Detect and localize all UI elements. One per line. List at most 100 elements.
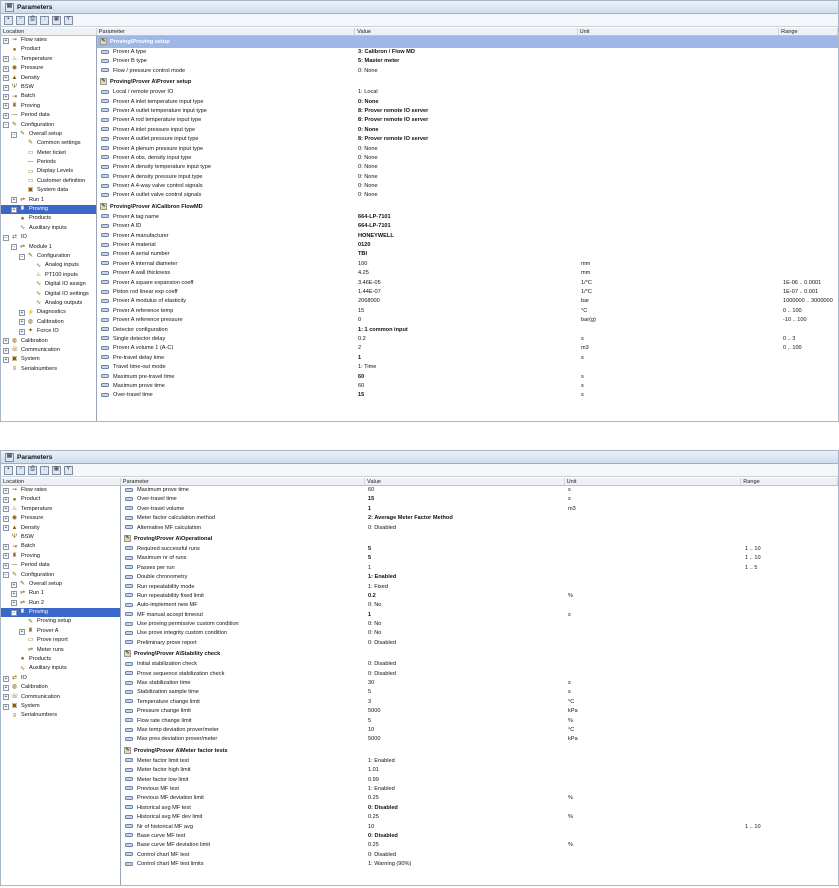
save-icon[interactable]: ▪ bbox=[4, 15, 13, 25]
tree-item[interactable]: ∿ Auxiliary inputs bbox=[1, 224, 96, 233]
expand-toggle-icon[interactable]: + bbox=[3, 694, 9, 701]
parameter-row[interactable]: Maximum nr of runs 5 1 .. 10 bbox=[121, 554, 838, 563]
expand-toggle-icon[interactable]: + bbox=[3, 525, 9, 532]
tree-item[interactable]: − ⇌ Module 1 bbox=[1, 243, 96, 252]
parameter-value[interactable]: 5 bbox=[368, 554, 564, 563]
tree-icon[interactable]: ⋮ bbox=[40, 465, 49, 475]
tree-item[interactable]: ▣ System data bbox=[1, 186, 96, 195]
parameter-row[interactable]: Pre-travel delay time 1 s bbox=[97, 354, 838, 363]
parameter-row[interactable]: Prover A type 3: Calibron / Flow MD bbox=[97, 48, 838, 57]
column-header-range[interactable]: Range bbox=[779, 28, 838, 35]
tree-item[interactable]: + ⇥ Batch bbox=[1, 92, 96, 101]
tree-item[interactable]: + ◍ Calibration bbox=[1, 337, 96, 346]
parameter-row[interactable]: MF manual accept timeout 1 s bbox=[121, 611, 838, 620]
parameter-row[interactable]: Required successful runs 5 1 .. 10 bbox=[121, 545, 838, 554]
parameter-row[interactable]: Prover A density temperature input type 0… bbox=[97, 163, 838, 172]
expand-toggle-icon[interactable]: + bbox=[3, 562, 9, 569]
tree-item[interactable]: ∿ Digital IO settings bbox=[1, 290, 96, 299]
parameter-row[interactable]: Prover A inlet temperature input type 0: … bbox=[97, 98, 838, 107]
parameter-value[interactable]: 0: None bbox=[358, 154, 577, 163]
save-all-icon[interactable]: ▫ bbox=[16, 465, 25, 475]
column-header-value[interactable]: Value bbox=[355, 28, 578, 35]
tree-item[interactable]: + ♨ Temperature bbox=[1, 505, 120, 514]
parameter-value[interactable]: 3.46E-05 bbox=[358, 279, 577, 288]
tree-item[interactable]: + ◍ Calibration bbox=[1, 683, 120, 692]
column-header-location[interactable]: Location bbox=[1, 28, 97, 35]
parameter-row[interactable]: Prover A outlet pressure input type 8: Pr… bbox=[97, 135, 838, 144]
parameter-value[interactable]: 3 bbox=[368, 698, 564, 707]
expand-toggle-icon[interactable]: + bbox=[11, 581, 17, 588]
parameter-row[interactable]: Base curve MF deviation limit 0.25% bbox=[121, 841, 838, 850]
parameter-row[interactable]: Run repeatability fixed limit 0.2% bbox=[121, 592, 838, 601]
collapse-toggle-icon[interactable]: − bbox=[3, 234, 9, 241]
parameter-value[interactable]: 0: Disabled bbox=[368, 832, 564, 841]
expand-toggle-icon[interactable]: + bbox=[11, 206, 17, 213]
parameter-row[interactable]: Prover A square expansion coeff 3.46E-05 1… bbox=[97, 279, 838, 288]
parameter-value[interactable]: 0.25 bbox=[368, 794, 564, 803]
tree-item[interactable]: ∿ Analog inputs bbox=[1, 261, 96, 270]
tree-item[interactable]: ▭ Prove report bbox=[1, 636, 120, 645]
parameter-value[interactable]: 2 bbox=[358, 344, 577, 353]
expand-toggle-icon[interactable]: + bbox=[3, 544, 9, 551]
parameter-row[interactable]: Prover A 4-way valve control signals 0: N… bbox=[97, 182, 838, 191]
parameter-value[interactable]: 0: None bbox=[358, 182, 577, 191]
tree-item[interactable]: + ☏ Communication bbox=[1, 693, 120, 702]
filter-icon[interactable]: Ƴ bbox=[64, 465, 73, 475]
parameter-row[interactable]: Maximum prove time 60 s bbox=[97, 382, 838, 391]
parameter-value[interactable]: 5 bbox=[368, 545, 564, 554]
parameter-row[interactable]: Travel time-out mode 1: Time bbox=[97, 363, 838, 372]
parameter-value[interactable]: 4.25 bbox=[358, 269, 577, 278]
tree-item[interactable]: + ▲ Density bbox=[1, 74, 96, 83]
parameter-row[interactable]: Preliminary prove report 0: Disabled bbox=[121, 639, 838, 648]
tree-item[interactable]: ∿ Auxiliary inputs bbox=[1, 664, 120, 673]
parameter-row[interactable]: Prover A plenum pressure input type 0: No… bbox=[97, 145, 838, 154]
parameter-row[interactable]: Prover A outlet temperature input type 8:… bbox=[97, 107, 838, 116]
expand-toggle-icon[interactable]: + bbox=[3, 56, 9, 63]
tree-item[interactable]: + ◉ Pressure bbox=[1, 64, 96, 73]
tree-item[interactable]: + ⇥ Batch bbox=[1, 542, 120, 551]
tree-item[interactable]: + ⚡ Diagnostics bbox=[1, 308, 96, 317]
collapse-toggle-icon[interactable]: − bbox=[11, 131, 17, 138]
parameter-value[interactable]: 8: Prover remote IO server bbox=[358, 107, 577, 116]
column-header-range[interactable]: Range bbox=[741, 478, 838, 485]
parameter-value[interactable]: 15 bbox=[358, 391, 577, 400]
parameter-row[interactable]: Control chart MF test 0: Disabled bbox=[121, 851, 838, 860]
parameter-row[interactable]: Passes per run 1 1 .. 5 bbox=[121, 564, 838, 573]
expand-toggle-icon[interactable]: + bbox=[3, 37, 9, 44]
parameter-row[interactable]: Over-travel time 15 s bbox=[97, 391, 838, 400]
parameter-row[interactable]: Piston rod linear exp coeff 1.44E-07 1/°C 1… bbox=[97, 288, 838, 297]
parameter-value[interactable]: 0.2 bbox=[368, 592, 564, 601]
expand-toggle-icon[interactable]: + bbox=[3, 75, 9, 82]
parameter-row[interactable]: Prover A obs. density input type 0: None bbox=[97, 154, 838, 163]
parameter-value[interactable]: 2068000 bbox=[358, 297, 577, 306]
parameter-value[interactable]: 0: Disabled bbox=[368, 804, 564, 813]
parameter-row[interactable]: Meter factor limit test 1: Enabled bbox=[121, 757, 838, 766]
tree-item[interactable]: + ▣ System bbox=[1, 355, 96, 364]
tree-item[interactable]: + ◍ Calibration bbox=[1, 318, 96, 327]
parameter-value[interactable]: 30 bbox=[368, 679, 564, 688]
tree-item[interactable]: − ⇄ IO bbox=[1, 233, 96, 242]
parameter-row[interactable]: Prover A internal diameter 100 mm bbox=[97, 260, 838, 269]
parameter-value[interactable]: 1: Enabled bbox=[368, 757, 564, 766]
parameter-value[interactable]: 1: Time bbox=[358, 363, 577, 372]
tree-item[interactable]: ⇌ Meter runs bbox=[1, 646, 120, 655]
tree-item[interactable]: + ▲ Density bbox=[1, 524, 120, 533]
parameter-value[interactable]: 0: Disabled bbox=[368, 524, 564, 533]
parameter-row[interactable]: Max pres deviation prover/meter 5000 kPa bbox=[121, 735, 838, 744]
expand-toggle-icon[interactable]: + bbox=[3, 65, 9, 72]
parameter-value[interactable]: 5: Master meter bbox=[358, 57, 577, 66]
parameter-value[interactable]: 1 bbox=[368, 505, 564, 514]
parameter-row[interactable]: Prover A wall thickness 4.25 mm bbox=[97, 269, 838, 278]
parameter-value[interactable]: 3: Calibron / Flow MD bbox=[358, 48, 577, 57]
parameter-value[interactable]: 0: None bbox=[358, 173, 577, 182]
parameter-value[interactable]: TBI bbox=[358, 250, 577, 259]
parameter-value[interactable]: 0: No bbox=[368, 620, 564, 629]
parameter-value[interactable]: 0: None bbox=[358, 98, 577, 107]
save-icon[interactable]: ▪ bbox=[4, 465, 13, 475]
parameter-row[interactable]: Temperature change limit 3 °C bbox=[121, 698, 838, 707]
expand-toggle-icon[interactable]: + bbox=[3, 515, 9, 522]
tree-item[interactable]: + ▣ System bbox=[1, 702, 120, 711]
expand-toggle-icon[interactable]: + bbox=[3, 112, 9, 119]
grid-icon[interactable]: ▦ bbox=[52, 465, 61, 475]
parameter-value[interactable]: 0: No bbox=[368, 629, 564, 638]
